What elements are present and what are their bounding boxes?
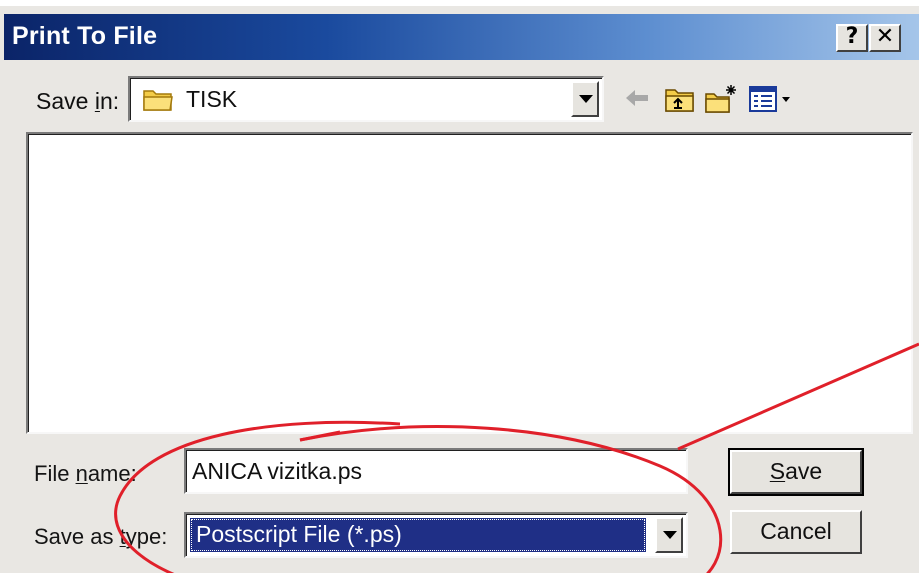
- save-in-dropdown[interactable]: TISK: [128, 76, 604, 122]
- save-in-label: Save in:: [36, 88, 120, 114]
- save-button[interactable]: Save: [728, 448, 864, 496]
- up-one-level-button[interactable]: [660, 76, 700, 122]
- help-button[interactable]: ?: [836, 24, 868, 52]
- save-in-value: TISK: [186, 86, 238, 112]
- file-name-input[interactable]: [184, 448, 688, 494]
- close-button[interactable]: ✕: [869, 24, 901, 52]
- view-menu-icon: [749, 86, 790, 112]
- save-as-type-value: Postscript File (*.ps): [190, 518, 646, 552]
- window-title: Print To File: [12, 22, 158, 50]
- create-new-folder-button[interactable]: [700, 76, 740, 122]
- close-icon: ✕: [875, 24, 895, 49]
- help-icon: ?: [845, 24, 859, 49]
- file-list[interactable]: [26, 132, 913, 434]
- save-as-type-dropdown[interactable]: Postscript File (*.ps): [184, 512, 688, 558]
- back-arrow-icon: [626, 90, 648, 106]
- folder-icon: [143, 90, 173, 111]
- up-one-level-icon: [665, 89, 694, 112]
- file-name-label: File name:: [34, 461, 137, 486]
- save-in-dropdown-arrow[interactable]: [571, 81, 599, 117]
- cancel-button[interactable]: Cancel: [730, 510, 862, 554]
- back-button[interactable]: [618, 76, 658, 122]
- create-new-folder-icon: [705, 85, 736, 113]
- view-menu-button[interactable]: [744, 76, 804, 122]
- save-as-type-dropdown-arrow[interactable]: [655, 517, 683, 553]
- save-as-type-label: Save as type:: [34, 524, 168, 549]
- title-bar[interactable]: Print To File ? ✕: [4, 14, 919, 60]
- print-to-file-dialog: Print To File ? ✕ Save in: TISK File nam…: [0, 0, 919, 573]
